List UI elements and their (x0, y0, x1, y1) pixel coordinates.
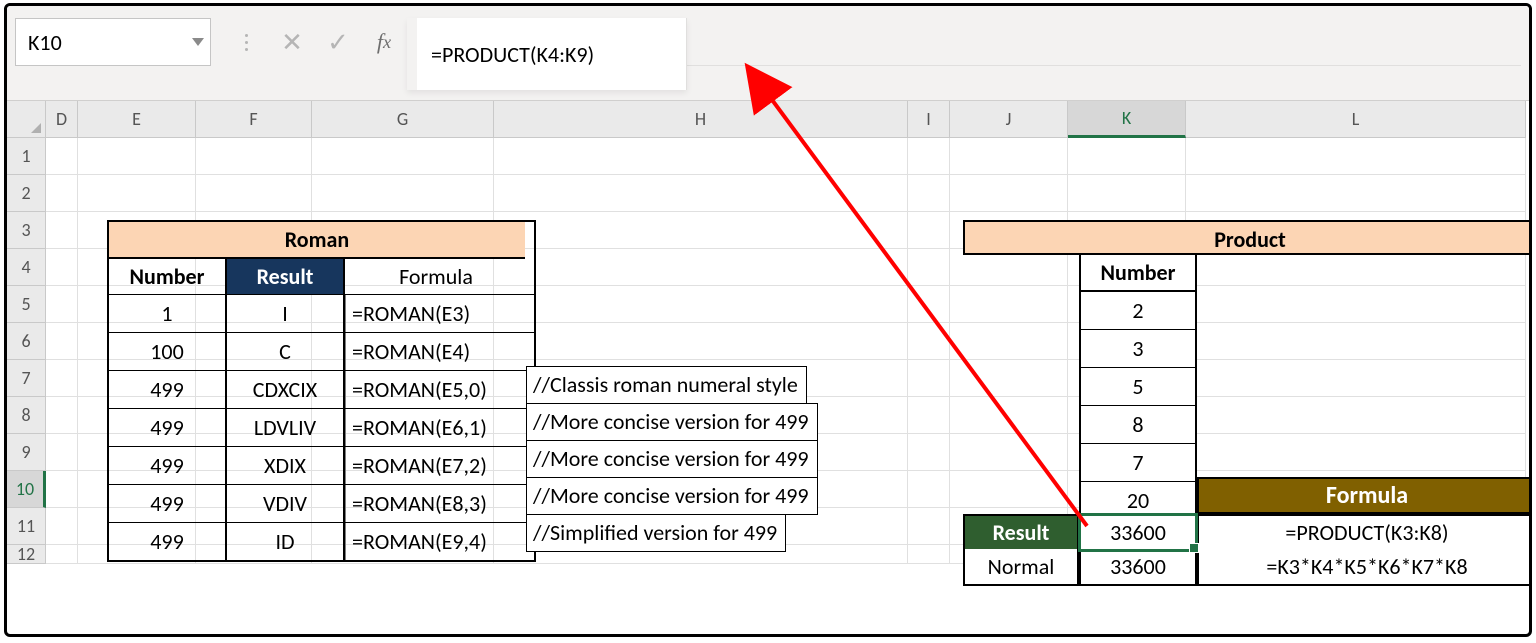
cell-L10[interactable]: =PRODUCT(K3:K8) (1197, 514, 1532, 551)
cell-K4[interactable]: 2 (1081, 292, 1195, 330)
product-title: Product (963, 220, 1532, 255)
comment-concise1[interactable]: //More concise version for 499 (526, 403, 818, 441)
product-table: Product Number 2 3 5 8 7 20 Formula Resu… (963, 220, 1532, 255)
cell-L11[interactable]: =K3*K4*K5*K6*K7*K8 (1197, 549, 1532, 586)
formula-bar-text: =PRODUCT(K4:K9) (431, 41, 594, 68)
product-hdr-number: Number (1079, 255, 1197, 292)
roman-hdr-formula: Formula (345, 259, 527, 294)
table-row: 499 VDIV =ROMAN(E8,3) (109, 484, 534, 522)
comment-concise3[interactable]: //More concise version for 499 (526, 477, 818, 515)
table-row: 1 I =ROMAN(E3) (109, 294, 534, 332)
row-hdr-1[interactable]: 1 (7, 138, 46, 175)
roman-hdr-result: Result (227, 259, 345, 294)
cell-K6[interactable]: 5 (1081, 368, 1195, 406)
col-hdr-K[interactable]: K (1068, 101, 1186, 138)
accept-icon[interactable]: ✓ (315, 26, 361, 58)
comment-concise2[interactable]: //More concise version for 499 (526, 440, 818, 478)
cell-K11[interactable]: 33600 (1079, 549, 1197, 586)
comment-classic[interactable]: //Classis roman numeral style (526, 366, 807, 404)
row-hdr-11[interactable]: 11 (7, 508, 46, 545)
table-row: 499 LDVLIV =ROMAN(E6,1) (109, 408, 534, 446)
fx-icon[interactable]: fx (361, 29, 407, 55)
row-hdr-10[interactable]: 10 (7, 471, 46, 508)
comment-simplified[interactable]: //Simplified version for 499 (526, 514, 786, 552)
col-hdr-G[interactable]: G (312, 101, 494, 138)
table-row: 499 XDIX =ROMAN(E7,2) (109, 446, 534, 484)
name-box[interactable]: K10 (15, 18, 211, 66)
row-hdr-3[interactable]: 3 (7, 212, 46, 249)
cancel-icon[interactable]: ✕ (269, 26, 315, 58)
formula-bar-area: K10 ✕ ✓ fx =PRODUCT(K4:K9) (7, 6, 1529, 66)
roman-hdr-number: Number (109, 259, 227, 294)
col-hdr-J[interactable]: J (950, 101, 1068, 138)
col-hdr-F[interactable]: F (196, 101, 312, 138)
cell-K8[interactable]: 7 (1081, 444, 1195, 482)
col-hdr-I[interactable]: I (908, 101, 950, 138)
product-normal-label: Normal (963, 549, 1079, 586)
vdots-icon (223, 34, 269, 51)
col-hdr-L[interactable]: L (1186, 101, 1526, 138)
formula-bar-input[interactable]: =PRODUCT(K4:K9) (407, 18, 687, 90)
row-hdr-8[interactable]: 8 (7, 397, 46, 434)
roman-title: Roman (109, 222, 525, 259)
cell-K7[interactable]: 8 (1081, 406, 1195, 444)
cell-K5[interactable]: 3 (1081, 330, 1195, 368)
roman-table: Roman Number Result Formula 1 I =ROMAN(E… (107, 220, 536, 562)
col-hdr-D[interactable]: D (46, 101, 78, 138)
product-number-column: 2 3 5 8 7 20 (1079, 292, 1197, 521)
table-row: 499 CDXCIX =ROMAN(E5,0) (109, 370, 534, 408)
product-formula-hdr: Formula (1197, 477, 1532, 514)
row-hdr-2[interactable]: 2 (7, 175, 46, 212)
row-hdr-4[interactable]: 4 (7, 249, 46, 286)
table-row: 100 C =ROMAN(E4) (109, 332, 534, 370)
cell-K10-selected[interactable]: 33600 (1079, 514, 1197, 551)
select-all-corner[interactable] (7, 101, 46, 138)
table-row: 499 ID =ROMAN(E9,4) (109, 522, 534, 560)
row-hdr-5[interactable]: 5 (7, 286, 46, 323)
product-result-label: Result (963, 514, 1079, 551)
row-hdr-12[interactable]: 12 (7, 545, 46, 564)
col-hdr-E[interactable]: E (78, 101, 196, 138)
row-hdr-9[interactable]: 9 (7, 434, 46, 471)
row-hdr-6[interactable]: 6 (7, 323, 46, 360)
col-hdr-H[interactable]: H (494, 101, 908, 138)
row-hdr-7[interactable]: 7 (7, 360, 46, 397)
name-box-dropdown-icon[interactable] (192, 38, 204, 46)
name-box-value: K10 (28, 29, 62, 56)
